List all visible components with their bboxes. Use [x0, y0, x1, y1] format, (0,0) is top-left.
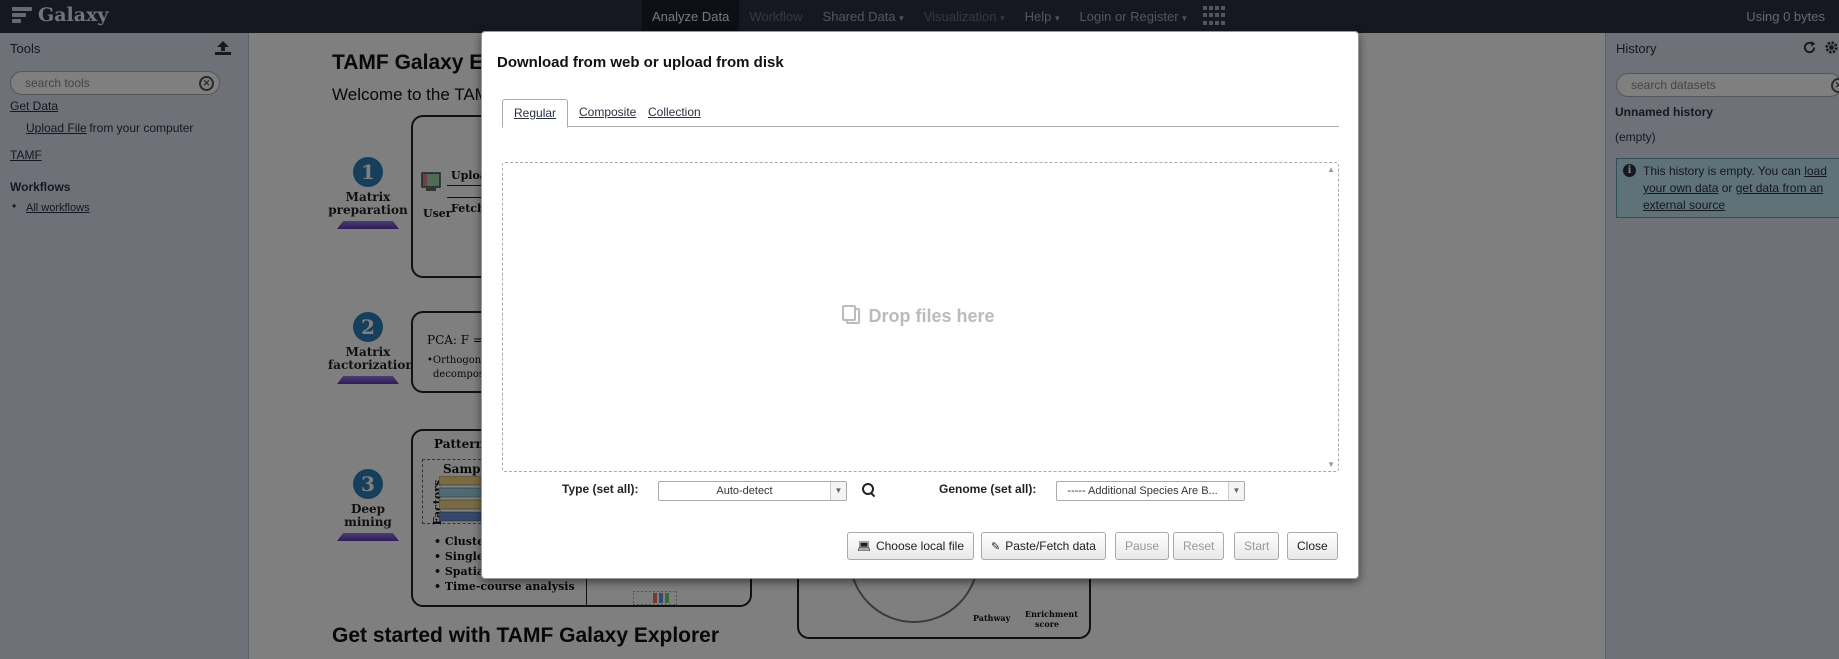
files-icon [842, 305, 861, 324]
tab-collection[interactable]: Collection [637, 99, 712, 127]
edit-icon: ✎ [991, 541, 1001, 553]
scroll-up-icon[interactable]: ▲ [1327, 165, 1335, 174]
pause-button[interactable]: Pause [1115, 532, 1170, 560]
choose-local-file-button[interactable]: 💻︎ Choose local file [847, 532, 975, 560]
paste-fetch-button[interactable]: ✎ Paste/Fetch data [981, 532, 1106, 560]
close-button[interactable]: Close [1287, 532, 1338, 560]
tab-regular[interactable]: Regular [502, 99, 569, 128]
dialog-title: Download from web or upload from disk [497, 54, 784, 71]
file-dropzone[interactable]: ▲ ▼ Drop files here [502, 162, 1339, 472]
upload-dialog: Download from web or upload from disk Re… [481, 31, 1359, 579]
reset-button[interactable]: Reset [1173, 532, 1225, 560]
chevron-down-icon: ▼ [830, 482, 846, 500]
chevron-down-icon: ▼ [1228, 482, 1244, 500]
tab-composite[interactable]: Composite [568, 99, 647, 127]
dropzone-message: Drop files here [503, 305, 1338, 327]
laptop-icon: 💻︎ [857, 541, 871, 553]
type-select[interactable]: Auto-detect ▼ [658, 481, 847, 501]
genome-select[interactable]: ----- Additional Species Are B... ▼ [1056, 481, 1245, 501]
scroll-down-icon[interactable]: ▼ [1327, 460, 1335, 469]
type-set-all-label: Type (set all): [562, 482, 639, 496]
search-icon[interactable] [861, 482, 877, 498]
upload-tabs: Regular Composite Collection [502, 99, 1339, 128]
genome-set-all-label: Genome (set all): [939, 482, 1037, 496]
start-button[interactable]: Start [1234, 532, 1280, 560]
